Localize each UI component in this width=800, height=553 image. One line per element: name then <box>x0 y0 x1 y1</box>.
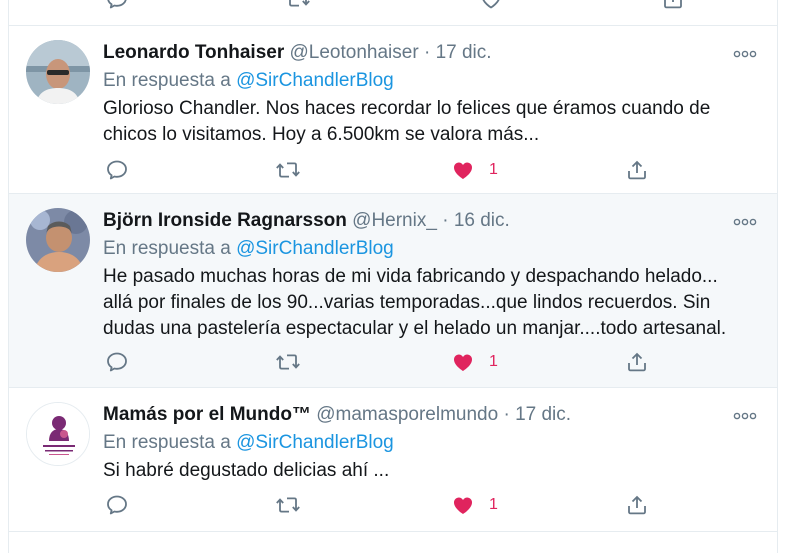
retweet-icon <box>276 497 300 513</box>
display-name[interactable]: Leonardo Tonhaiser <box>103 42 284 63</box>
tweet-text-line: dudas una pastelería espectacular y el h… <box>103 318 727 339</box>
tweet-date[interactable]: 16 dic. <box>454 210 510 231</box>
tweet-text-line: Si habré degustado delicias ahí ... <box>103 460 390 481</box>
separator: · <box>503 404 510 425</box>
share-icon <box>628 352 646 372</box>
heart-icon <box>453 354 473 371</box>
reply-mention-link[interactable]: @SirChandlerBlog <box>236 70 394 91</box>
share-icon <box>628 495 646 515</box>
retweet-button[interactable] <box>285 0 311 12</box>
reply-icon <box>107 495 127 515</box>
separator: · <box>423 42 431 63</box>
reply-button[interactable] <box>105 492 129 518</box>
separator: · <box>442 210 449 231</box>
reply-context: En respuesta a @SirChandlerBlog <box>103 235 394 263</box>
tweet-header: Björn Ironside Ragnarsson @Hernix_ · 16 … <box>103 207 717 235</box>
reply-prefix: En respuesta a <box>103 238 231 259</box>
tweet-date[interactable]: 17 dic. <box>436 42 492 63</box>
retweet-button[interactable] <box>275 157 301 183</box>
heart-icon <box>482 0 500 9</box>
heart-icon <box>453 162 473 179</box>
reply-button[interactable] <box>105 0 129 12</box>
like-count: 1 <box>489 353 498 370</box>
share-button[interactable] <box>625 157 649 183</box>
tweet-text-line: Glorioso Chandler. Nos haces recordar lo… <box>103 98 711 119</box>
tweet-card[interactable]: Björn Ironside Ragnarsson @Hernix_ · 16 … <box>9 194 777 388</box>
tweet-text: He pasado muchas horas de mi vida fabric… <box>103 264 753 342</box>
retweet-button[interactable] <box>275 349 301 375</box>
tweet-header: Mamás por el Mundo™ @mamasporelmundo · 1… <box>103 401 717 429</box>
reply-prefix: En respuesta a <box>103 70 231 91</box>
share-icon <box>628 160 646 180</box>
share-button[interactable] <box>661 0 685 12</box>
retweet-icon <box>276 354 300 370</box>
more-options-icon[interactable] <box>733 215 757 229</box>
tweet-card[interactable]: Leonardo Tonhaiser @Leotonhaiser · 17 di… <box>9 26 777 194</box>
display-name[interactable]: Björn Ironside Ragnarsson <box>103 210 347 231</box>
previous-tweet-actions <box>9 0 777 26</box>
user-handle[interactable]: @Hernix_ <box>352 210 437 231</box>
avatar[interactable] <box>26 40 90 104</box>
mamas-por-el-mundo-logo <box>27 403 89 465</box>
tweet-text: Glorioso Chandler. Nos haces recordar lo… <box>103 96 753 148</box>
more-options-icon[interactable] <box>733 409 757 423</box>
reply-context: En respuesta a @SirChandlerBlog <box>103 429 394 457</box>
reply-icon <box>107 352 127 372</box>
reply-button[interactable] <box>105 157 129 183</box>
reply-icon <box>107 160 127 180</box>
reply-mention-link[interactable]: @SirChandlerBlog <box>236 238 394 259</box>
tweet-date[interactable]: 17 dic. <box>515 404 571 425</box>
retweet-button[interactable] <box>275 492 301 518</box>
share-button[interactable] <box>625 492 649 518</box>
tweet-replies-timeline: Leonardo Tonhaiser @Leotonhaiser · 17 di… <box>8 0 778 553</box>
like-count: 1 <box>489 496 498 513</box>
avatar[interactable] <box>26 402 90 466</box>
tweet-text-line: chicos lo visitamos. Hoy a 6.500km se va… <box>103 124 540 145</box>
reply-context: En respuesta a @SirChandlerBlog <box>103 67 394 95</box>
tweet-text-line: allá por finales de los 90...varias temp… <box>103 292 711 313</box>
like-button[interactable]: 1 <box>451 492 498 518</box>
reply-mention-link[interactable]: @SirChandlerBlog <box>236 432 394 453</box>
avatar[interactable] <box>26 208 90 272</box>
more-options-icon[interactable] <box>733 47 757 61</box>
like-button[interactable]: 1 <box>451 349 498 375</box>
reply-prefix: En respuesta a <box>103 432 231 453</box>
tweet-text: Si habré degustado delicias ahí ... <box>103 458 753 484</box>
like-count: 1 <box>489 161 498 178</box>
reply-icon <box>107 0 127 9</box>
user-handle[interactable]: @Leotonhaiser <box>290 42 419 63</box>
tweet-header: Leonardo Tonhaiser @Leotonhaiser · 17 di… <box>103 39 717 67</box>
tweet-text-line: He pasado muchas horas de mi vida fabric… <box>103 266 718 287</box>
retweet-icon <box>289 0 310 7</box>
like-button[interactable] <box>479 0 503 12</box>
retweet-icon <box>276 162 300 178</box>
display-name[interactable]: Mamás por el Mundo™ <box>103 404 311 425</box>
like-button[interactable]: 1 <box>451 157 498 183</box>
share-icon <box>664 0 682 9</box>
heart-icon <box>453 497 473 514</box>
share-button[interactable] <box>625 349 649 375</box>
user-handle[interactable]: @mamasporelmundo <box>316 404 498 425</box>
reply-button[interactable] <box>105 349 129 375</box>
tweet-card[interactable]: Mamás por el Mundo™ @mamasporelmundo · 1… <box>9 388 777 532</box>
